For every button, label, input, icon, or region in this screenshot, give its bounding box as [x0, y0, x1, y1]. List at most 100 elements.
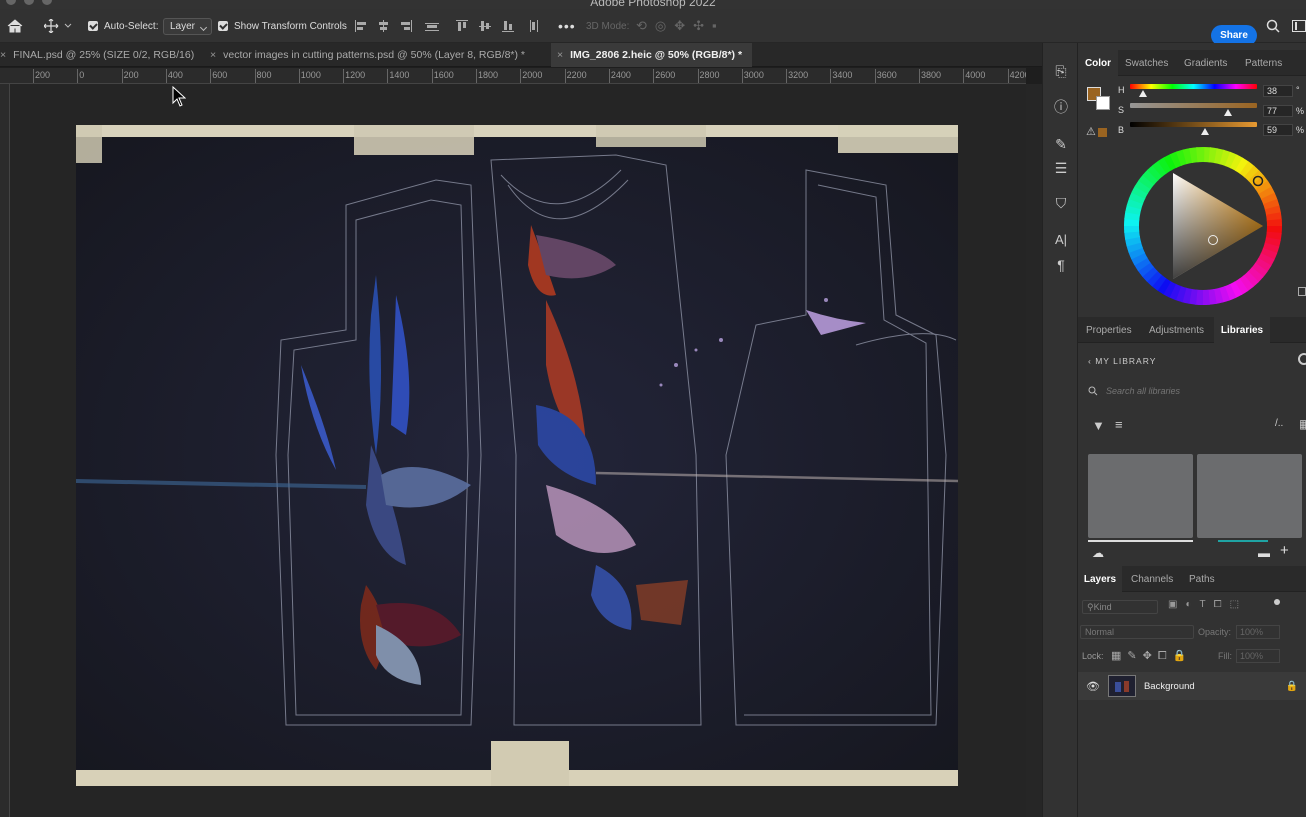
- distribute-icon[interactable]: [425, 20, 439, 32]
- tab-final[interactable]: × FINAL.psd @ 25% (SIZE 0/2, RGB/16): [0, 43, 208, 67]
- color-wheel[interactable]: [1123, 146, 1283, 306]
- panel-menu-icon[interactable]: [1298, 287, 1306, 296]
- ruler-tick-label: 3800: [921, 70, 942, 80]
- transform-controls-checkbox[interactable]: Show Transform Controls: [218, 9, 347, 43]
- distribute-vertical-icon[interactable]: [528, 20, 542, 32]
- layer-filter-icons[interactable]: ▣◐T⧠⬚: [1168, 599, 1247, 610]
- ruler-tick-label: 600: [212, 70, 228, 80]
- align-right-icon[interactable]: [399, 20, 413, 32]
- close-tab-icon[interactable]: ×: [557, 49, 563, 61]
- align-left-icon[interactable]: [355, 20, 369, 32]
- tab-paths[interactable]: Paths: [1189, 566, 1215, 592]
- saturation-slider[interactable]: [1130, 103, 1257, 108]
- lock-icons[interactable]: ▦✎✥⧠🔒: [1111, 649, 1192, 663]
- cloud-icon[interactable]: ☁: [1092, 546, 1104, 560]
- align-middle-icon[interactable]: [479, 20, 493, 32]
- brightness-slider-thumb[interactable]: [1200, 128, 1209, 135]
- photoshop-window: Adobe Photoshop 2022 Auto-Select: Layer …: [0, 0, 1306, 817]
- filter-kind-select[interactable]: ⚲Kind: [1082, 600, 1158, 614]
- hue-slider-thumb[interactable]: [1139, 90, 1148, 97]
- brightness-label: B: [1118, 125, 1125, 135]
- grid-view-icon[interactable]: ▦: [1299, 417, 1306, 431]
- my-library-link[interactable]: ‹ MY LIBRARY: [1088, 356, 1156, 366]
- ruler-tick: [520, 69, 522, 83]
- library-search[interactable]: [1088, 386, 1296, 396]
- auto-select-label: Auto-Select:: [104, 20, 159, 32]
- ruler-tick-label: 2400: [610, 70, 631, 80]
- search-icon: ⚲: [1087, 602, 1094, 612]
- tab-adjustments[interactable]: Adjustments: [1149, 317, 1204, 343]
- library-tile[interactable]: [1088, 454, 1193, 538]
- more-options-icon[interactable]: •••: [558, 9, 576, 43]
- layer-thumbnail: [1107, 675, 1136, 697]
- tab-channels[interactable]: Channels: [1131, 566, 1173, 592]
- add-icon[interactable]: +: [1280, 542, 1289, 559]
- filter-icon[interactable]: ▼: [1092, 418, 1105, 433]
- hue-value[interactable]: 38: [1263, 85, 1293, 97]
- brush-settings-icon[interactable]: ✎: [1051, 134, 1071, 154]
- tab-img-2806[interactable]: × IMG_2806 2.heic @ 50% (RGB/8*) *: [551, 43, 752, 67]
- brightness-value[interactable]: 59: [1263, 124, 1293, 136]
- brightness-slider[interactable]: [1130, 122, 1257, 127]
- adjustments-icon[interactable]: ☰: [1051, 158, 1071, 178]
- layer-select[interactable]: Layer: [163, 17, 213, 35]
- saturation-slider-thumb[interactable]: [1223, 109, 1232, 116]
- tab-color[interactable]: Color: [1078, 50, 1118, 76]
- tab-libraries[interactable]: Libraries: [1214, 317, 1270, 343]
- tab-vector-images[interactable]: × vector images in cutting patterns.psd @…: [208, 43, 551, 67]
- ruler-tick-label: 1400: [389, 70, 410, 80]
- lock-icon[interactable]: 🔒: [1286, 681, 1298, 692]
- tab-swatches[interactable]: Swatches: [1125, 50, 1168, 76]
- eye-icon[interactable]: 👁: [1086, 680, 1100, 693]
- gamut-warning-icon[interactable]: ⚠: [1086, 125, 1107, 138]
- info-icon[interactable]: ⓘ: [1051, 97, 1071, 117]
- ruler-tick: [387, 69, 389, 83]
- app-title: Adobe Photoshop 2022: [590, 0, 716, 9]
- history-icon[interactable]: ⎘: [1051, 61, 1071, 81]
- 3d-tools-icons[interactable]: ⟲◎✥✣▪: [636, 9, 725, 43]
- ruler-tick: [298, 69, 300, 83]
- filter-toggle-icon[interactable]: [1274, 599, 1280, 605]
- character-icon[interactable]: A|: [1051, 229, 1071, 249]
- tab-layers[interactable]: Layers: [1078, 566, 1122, 592]
- vertical-scrollbar[interactable]: [1026, 84, 1042, 817]
- fill-input[interactable]: 100%: [1236, 649, 1280, 663]
- saturation-value[interactable]: 77: [1263, 105, 1293, 117]
- ruler-tick: [254, 69, 256, 83]
- close-tab-icon[interactable]: ×: [210, 49, 216, 61]
- ruler-tick-label: 800: [256, 70, 272, 80]
- move-tool-icon[interactable]: [44, 9, 72, 43]
- blend-mode-select[interactable]: Normal: [1080, 625, 1194, 639]
- align-center-icon[interactable]: [377, 20, 391, 32]
- document-image[interactable]: [76, 125, 958, 786]
- ruler-tick: [697, 69, 699, 83]
- auto-select-checkbox[interactable]: Auto-Select:: [88, 9, 158, 43]
- hue-slider[interactable]: [1130, 84, 1257, 89]
- library-tile[interactable]: [1197, 454, 1302, 538]
- tab-properties[interactable]: Properties: [1086, 317, 1132, 343]
- align-top-icon[interactable]: [456, 20, 470, 32]
- list-view-icon[interactable]: /..: [1275, 418, 1283, 429]
- close-tab-icon[interactable]: ×: [0, 49, 6, 61]
- layer-row-background[interactable]: 👁 Background 🔒: [1078, 672, 1306, 700]
- horizontal-ruler[interactable]: 200 0 200 400 600 800 1000 1200 1400 1600 1800 2000…: [0, 68, 1026, 84]
- tab-gradients[interactable]: Gradients: [1184, 50, 1227, 76]
- tab-label: FINAL.psd @ 25% (SIZE 0/2, RGB/16): [13, 49, 195, 61]
- tab-patterns[interactable]: Patterns: [1245, 50, 1282, 76]
- library-search-input[interactable]: [1106, 386, 1296, 396]
- workspace-icon[interactable]: [1292, 9, 1306, 43]
- 3d-mode-label: 3D Mode:: [586, 20, 630, 32]
- paragraph-icon[interactable]: ¶: [1051, 255, 1071, 275]
- home-icon[interactable]: [6, 9, 24, 43]
- vertical-ruler[interactable]: [0, 84, 10, 817]
- opacity-input[interactable]: 100%: [1236, 625, 1280, 639]
- search-icon[interactable]: [1266, 9, 1280, 43]
- background-color-swatch[interactable]: [1096, 96, 1110, 110]
- ruler-tick-label: 1800: [478, 70, 499, 80]
- right-panels: Color Swatches Gradients Patterns ⚠ H S …: [1078, 43, 1306, 817]
- folder-icon[interactable]: ▬: [1258, 546, 1270, 560]
- clone-source-icon[interactable]: ⛉: [1051, 193, 1071, 213]
- cloud-sync-icon[interactable]: [1298, 353, 1306, 365]
- sort-icon[interactable]: ≡: [1115, 417, 1123, 432]
- align-bottom-icon[interactable]: [502, 20, 516, 32]
